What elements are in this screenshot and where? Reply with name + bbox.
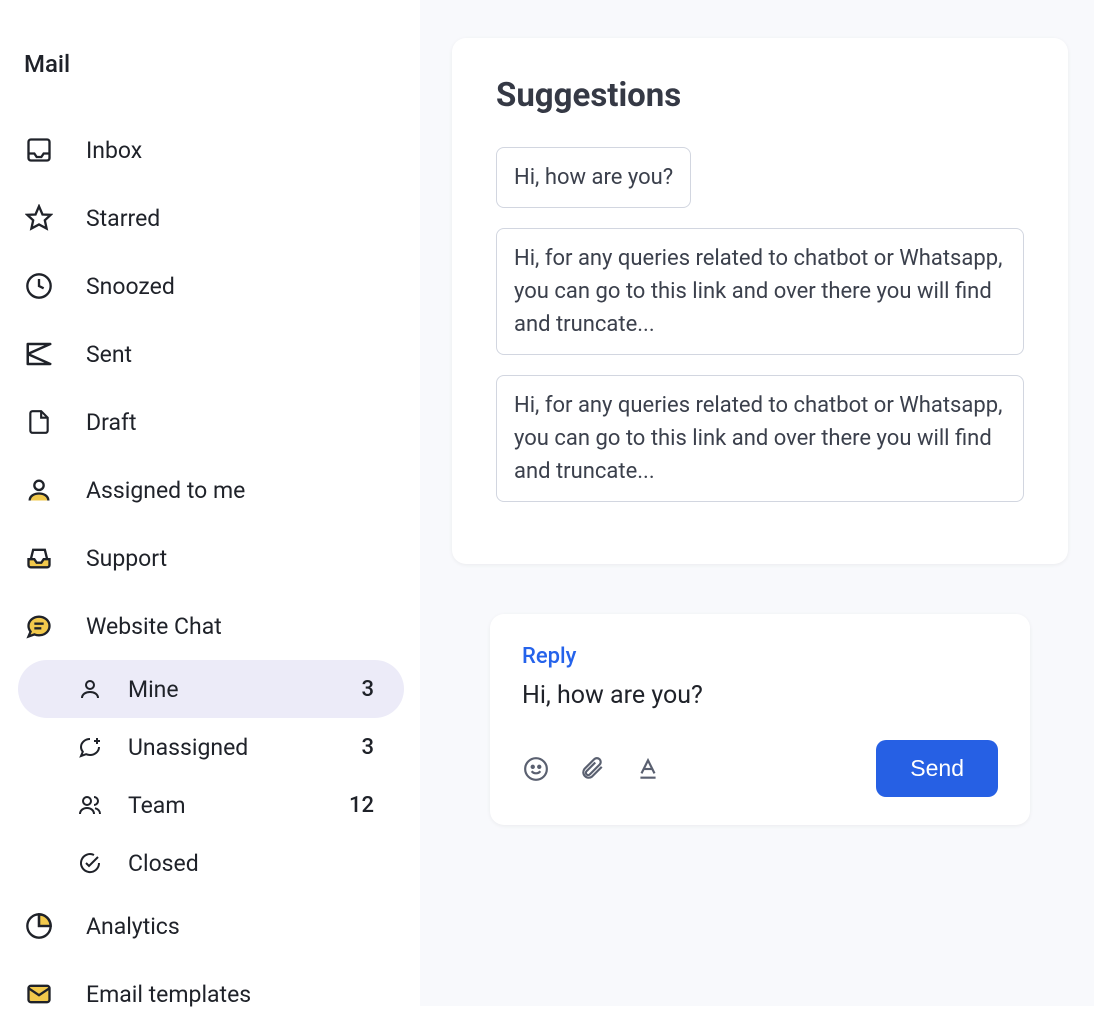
sidebar-item-sent[interactable]: Sent xyxy=(18,320,412,388)
sidebar-item-inbox[interactable]: Inbox xyxy=(18,116,412,184)
sidebar-item-label: Sent xyxy=(86,341,402,368)
sub-items: Mine 3 Unassigned 3 Team 12 Closed xyxy=(18,660,412,892)
suggestion-chip[interactable]: Hi, how are you? xyxy=(496,147,691,208)
send-button[interactable]: Send xyxy=(876,740,998,797)
piechart-icon xyxy=(22,909,56,943)
suggestion-chip[interactable]: Hi, for any queries related to chatbot o… xyxy=(496,228,1024,355)
suggestions-title: Suggestions xyxy=(496,76,1024,115)
check-circle-icon xyxy=(76,849,104,877)
sidebar-item-label: Draft xyxy=(86,409,402,436)
sub-item-team[interactable]: Team 12 xyxy=(18,776,404,834)
clock-icon xyxy=(22,269,56,303)
reply-card: Reply Hi, how are you? Send xyxy=(490,614,1030,825)
reply-icons xyxy=(522,755,662,783)
sidebar-item-label: Support xyxy=(86,545,402,572)
sidebar-item-analytics[interactable]: Analytics xyxy=(18,892,412,960)
sidebar-item-support[interactable]: Support xyxy=(18,524,412,592)
people-icon xyxy=(76,791,104,819)
sidebar-item-label: Snoozed xyxy=(86,273,402,300)
sidebar-item-website-chat[interactable]: Website Chat xyxy=(18,592,412,660)
sidebar-item-label: Website Chat xyxy=(86,613,402,640)
sidebar-item-assigned[interactable]: Assigned to me xyxy=(18,456,412,524)
sidebar-item-email-templates[interactable]: Email templates xyxy=(18,960,412,1028)
sidebar-item-label: Inbox xyxy=(86,137,402,164)
sidebar-item-draft[interactable]: Draft xyxy=(18,388,412,456)
sidebar-item-label: Assigned to me xyxy=(86,477,402,504)
main-area: Suggestions Hi, how are you? Hi, for any… xyxy=(420,0,1094,1006)
sub-item-count: 3 xyxy=(361,735,374,760)
sidebar-item-snoozed[interactable]: Snoozed xyxy=(18,252,412,320)
reply-input[interactable]: Hi, how are you? xyxy=(522,681,998,710)
sidebar-item-label: Starred xyxy=(86,205,402,232)
sub-item-count: 3 xyxy=(361,677,374,702)
sub-item-label: Unassigned xyxy=(128,734,337,761)
sub-item-mine[interactable]: Mine 3 xyxy=(18,660,404,718)
person-icon xyxy=(76,675,104,703)
suggestions-card: Suggestions Hi, how are you? Hi, for any… xyxy=(452,38,1068,564)
emoji-icon[interactable] xyxy=(522,755,550,783)
file-icon xyxy=(22,405,56,439)
sidebar: Mail Inbox Starred Snoozed Sent Draft xyxy=(0,0,420,1006)
sub-item-label: Team xyxy=(128,792,325,819)
sub-item-label: Mine xyxy=(128,676,337,703)
reply-label: Reply xyxy=(522,644,998,669)
attachment-icon[interactable] xyxy=(578,755,606,783)
sidebar-item-starred[interactable]: Starred xyxy=(18,184,412,252)
inbox-icon xyxy=(22,133,56,167)
sidebar-title: Mail xyxy=(18,50,412,78)
person-icon xyxy=(22,473,56,507)
sub-item-unassigned[interactable]: Unassigned 3 xyxy=(18,718,404,776)
sub-item-count: 12 xyxy=(349,793,374,818)
tray-icon xyxy=(22,541,56,575)
reply-toolbar: Send xyxy=(522,740,998,797)
sub-item-closed[interactable]: Closed xyxy=(18,834,404,892)
chat-plus-icon xyxy=(76,733,104,761)
suggestion-chip[interactable]: Hi, for any queries related to chatbot o… xyxy=(496,375,1024,502)
chat-icon xyxy=(22,609,56,643)
text-format-icon[interactable] xyxy=(634,755,662,783)
sidebar-item-label: Analytics xyxy=(86,913,402,940)
send-icon xyxy=(22,337,56,371)
sidebar-item-label: Email templates xyxy=(86,981,402,1008)
star-icon xyxy=(22,201,56,235)
sub-item-label: Closed xyxy=(128,850,350,877)
